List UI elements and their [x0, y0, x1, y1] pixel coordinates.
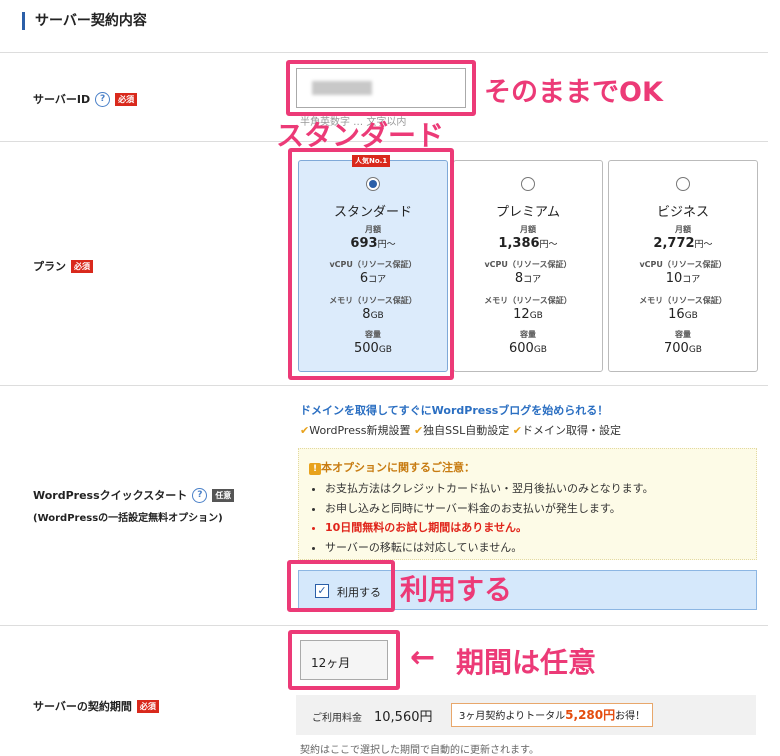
period-label-group: サーバーの契約期間 必須 [33, 698, 159, 714]
divider [0, 52, 768, 53]
arrow-left-icon: ← [410, 640, 436, 675]
notice-item-warning: 10日間無料のお試し期間はありません。 [325, 518, 654, 538]
required-badge: 必須 [115, 92, 138, 106]
plan-label: プラン [33, 260, 66, 273]
plan-cpu: 8コア [514, 271, 542, 286]
plan-name: プレミアム [495, 205, 561, 220]
notice-item: お申し込みと同時にサーバー料金のお支払いが発生します。 [325, 499, 654, 519]
notice-item: サーバーの移転には対応していません。 [325, 538, 654, 558]
plan-radio-business[interactable] [676, 177, 690, 191]
notice-title: ! 本オプションに関するご注意： [309, 459, 475, 475]
fee-label: ご利用料金 [312, 713, 362, 724]
wp-quick-label-group: WordPressクイックスタート ? 任意 [33, 487, 235, 503]
check-icon: ✔ [512, 424, 522, 437]
divider [0, 385, 768, 386]
memory-label: メモリ（リソース保証） [639, 296, 727, 305]
required-badge: 必須 [136, 699, 159, 713]
fee-bar: ご利用料金 10,560円 3ヶ月契約よりトータル5,280円お得！ [296, 695, 756, 735]
required-badge: 必須 [71, 259, 93, 273]
popular-badge: 人気No.1 [352, 155, 391, 167]
annotation-box-use [287, 560, 395, 612]
notice-item: お支払方法はクレジットカード払い・翌月後払いのみとなります。 [325, 479, 654, 499]
server-id-label-group: サーバーID ? 必須 [33, 91, 138, 107]
check-icon: ✔ [413, 424, 424, 437]
optional-badge: 任意 [212, 488, 235, 502]
plan-name: ビジネス [656, 205, 709, 220]
warning-icon: ! [309, 463, 321, 475]
feature-item: WordPress新規設置 [309, 424, 411, 437]
plan-price: 2,772円〜 [653, 236, 713, 251]
notice-box: !本オプションに関するご注意： お支払方法はクレジットカード払い・翌月後払いのみ… [298, 448, 757, 560]
wp-quick-sub-label: (WordPressの一括設定無料オプション) [33, 513, 223, 524]
wp-quick-headline: ドメインを取得してすぐにWordPressブログを始められる！ [300, 404, 609, 417]
price-label: 月額 [520, 225, 536, 234]
annotation-plan: スタンダード [276, 119, 445, 152]
memory-label: メモリ（リソース保証） [484, 296, 572, 305]
plan-memory: 12GB [513, 307, 543, 322]
plan-radio-premium[interactable] [521, 177, 535, 191]
promo-badge: 3ヶ月契約よりトータル5,280円お得！ [451, 703, 654, 727]
section-title: サーバー契約内容 [22, 12, 147, 30]
plan-storage: 600GB [509, 341, 547, 356]
annotation-period: 期間は任意 [456, 646, 597, 679]
help-icon[interactable]: ? [192, 487, 208, 503]
plan-storage: 700GB [664, 341, 702, 356]
plan-memory: 16GB [668, 307, 698, 322]
price-label: 月額 [675, 225, 691, 234]
annotation-box-period [288, 630, 400, 690]
fee-amount: 10,560円 [374, 710, 433, 725]
check-icon: ✔ [300, 424, 310, 437]
storage-label: 容量 [520, 330, 536, 339]
annotation-use: 利用する [400, 573, 513, 606]
plan-card-business[interactable]: ビジネス 月額 2,772円〜 vCPU（リソース保証） 10コア メモリ（リソ… [608, 160, 758, 372]
wp-quick-features: ✔WordPress新規設置 ✔独自SSL自動設定 ✔ドメイン取得・設定 [300, 422, 621, 438]
help-icon[interactable]: ? [95, 91, 111, 107]
cpu-label: vCPU（リソース保証） [639, 260, 727, 269]
divider [0, 625, 768, 626]
storage-label: 容量 [675, 330, 691, 339]
plan-price: 1,386円〜 [498, 236, 558, 251]
plan-label-group: プラン 必須 [33, 258, 93, 274]
annotation-box-plan [288, 148, 454, 380]
notice-list: お支払方法はクレジットカード払い・翌月後払いのみとなります。 お申し込みと同時に… [311, 479, 654, 557]
annotation-box-server-id [286, 60, 476, 116]
period-label: サーバーの契約期間 [33, 700, 132, 713]
renewal-footnote: 契約はここで選択した期間で自動的に更新されます。 [300, 745, 539, 756]
plan-cpu: 10コア [665, 271, 701, 286]
feature-item: 独自SSL自動設定 [423, 424, 510, 437]
cpu-label: vCPU（リソース保証） [484, 260, 572, 269]
plan-card-premium[interactable]: プレミアム 月額 1,386円〜 vCPU（リソース保証） 8コア メモリ（リソ… [453, 160, 603, 372]
feature-item: ドメイン取得・設定 [521, 424, 621, 437]
annotation-server-id: そのままでOK [484, 77, 663, 108]
server-id-label: サーバーID [33, 93, 91, 106]
wp-quick-label: WordPressクイックスタート [33, 489, 188, 502]
